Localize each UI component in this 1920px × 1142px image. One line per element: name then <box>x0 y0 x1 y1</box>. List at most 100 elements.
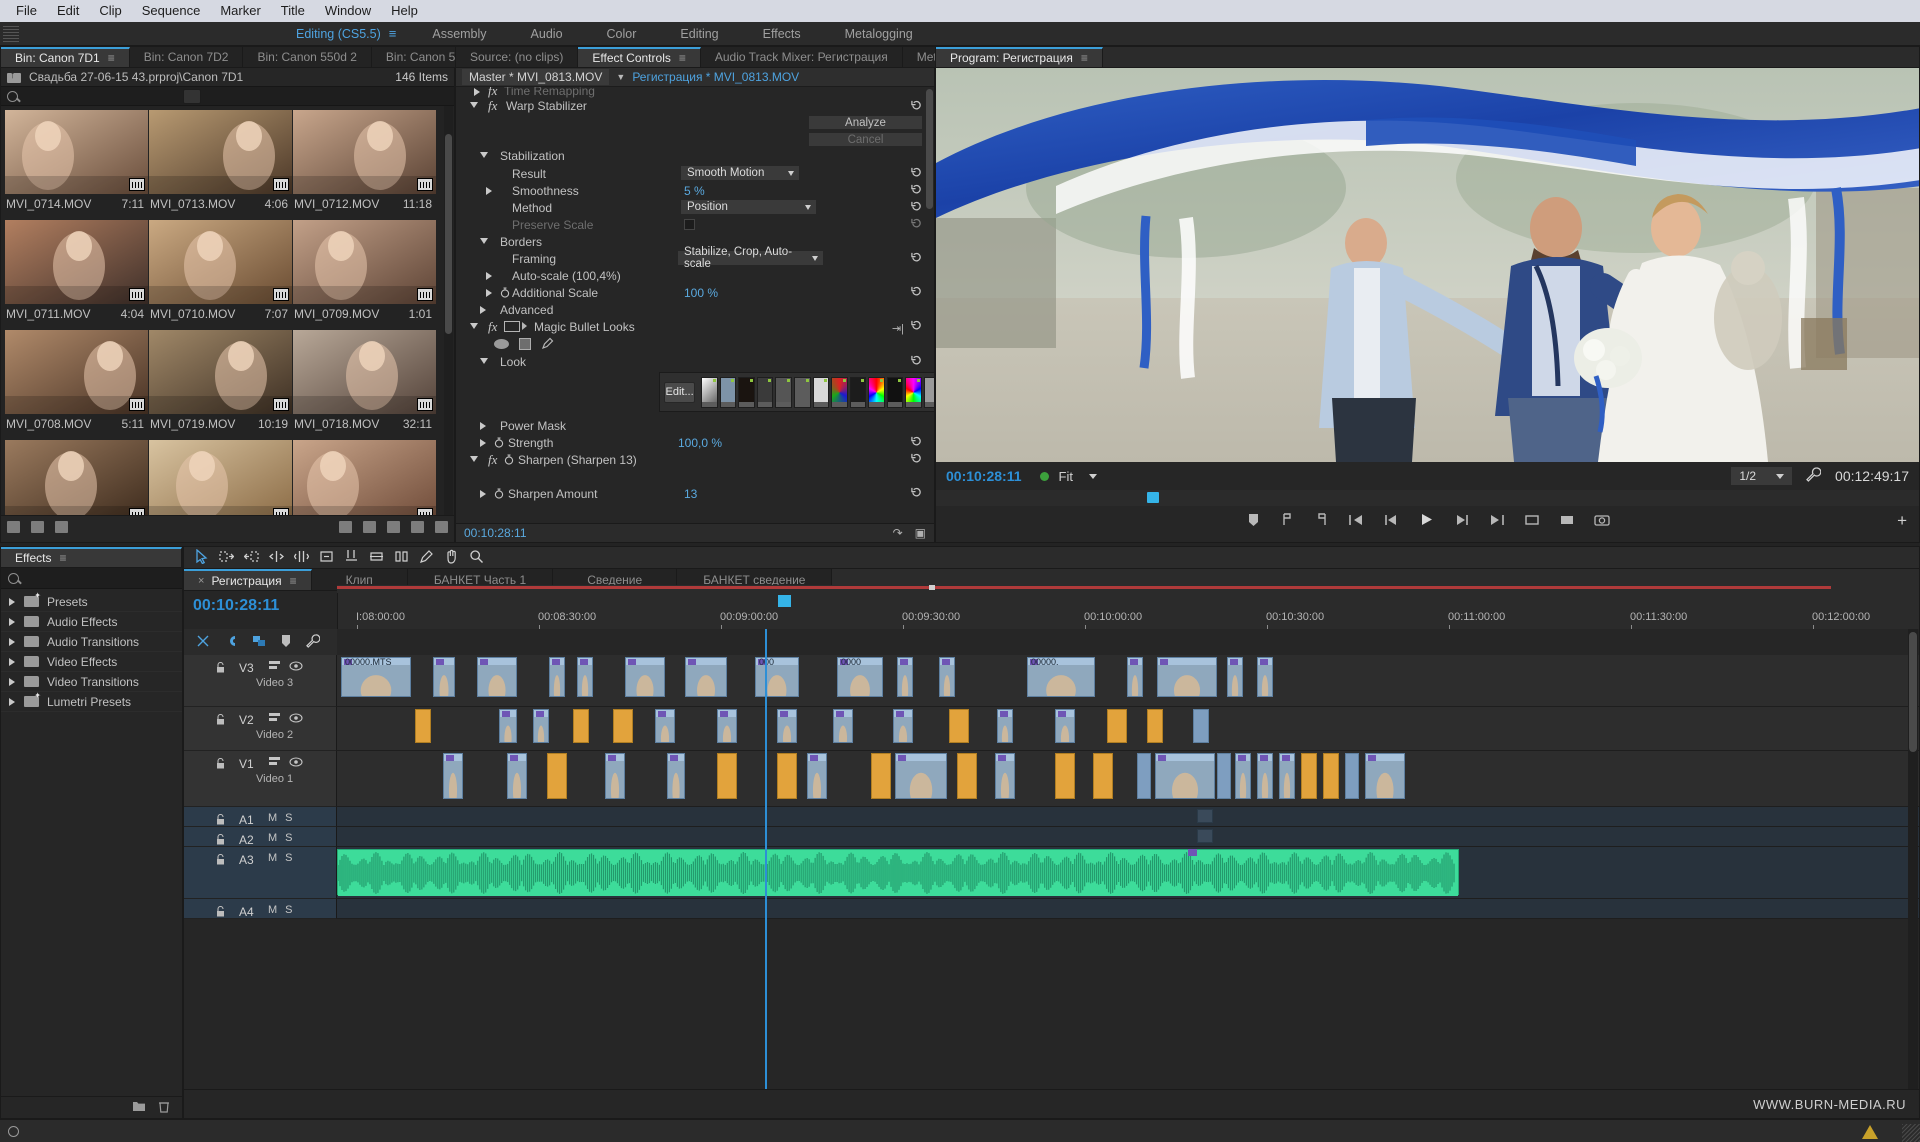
look-preset-gradient[interactable] <box>793 376 811 408</box>
warning-triangle-icon[interactable] <box>1862 1125 1878 1139</box>
workspace-tab-color[interactable]: Color <box>585 27 659 41</box>
timeline-clip[interactable] <box>605 753 625 799</box>
row-auto-scale[interactable]: Auto-scale (100,4%) <box>456 267 934 284</box>
disclosure-triangle-icon[interactable] <box>9 637 15 646</box>
add-marker-icon[interactable] <box>280 634 292 651</box>
timeline-clip[interactable] <box>1155 753 1215 799</box>
timeline-playhead-marker[interactable] <box>778 595 791 607</box>
timeline-clip[interactable] <box>499 709 517 743</box>
workspace-menu-icon[interactable]: ≡ <box>385 26 411 41</box>
drag-grip-icon[interactable] <box>3 25 19 42</box>
track-lane-v3[interactable]: 00000.MTS 000 0000 00000. <box>337 655 1919 707</box>
playback-resolution-dropdown[interactable]: 1/2 <box>1731 467 1793 485</box>
look-preset-gradient[interactable] <box>775 376 792 408</box>
timeline-clip[interactable] <box>507 753 527 799</box>
track-header-v1[interactable]: V1 Video 1 <box>184 751 337 807</box>
panel-menu-icon[interactable]: ≡ <box>679 51 686 65</box>
menu-item-marker[interactable]: Marker <box>210 0 270 22</box>
effects-tree-item-presets[interactable]: Presets <box>1 591 182 612</box>
timeline-clip[interactable] <box>777 709 797 743</box>
program-scrub-bar[interactable] <box>936 490 1919 506</box>
track-select-forward-icon[interactable] <box>219 549 235 567</box>
new-bin-icon[interactable] <box>387 520 400 533</box>
sequence-clip-label[interactable]: Регистрация * MVI_0813.MOV <box>632 70 799 84</box>
disclosure-triangle-icon[interactable] <box>480 490 486 498</box>
timeline-clip[interactable] <box>415 709 431 743</box>
ripple-edit-tool-icon[interactable] <box>268 549 285 567</box>
bin-clip-item[interactable]: MVI_0712.MOV 11:18 <box>293 110 436 218</box>
mute-track-icon[interactable]: M <box>268 812 277 824</box>
bin-tab-canon-7d2[interactable]: Bin: Canon 7D2 <box>129 47 244 67</box>
timeline-clip[interactable] <box>1193 709 1209 743</box>
tab-effect-controls[interactable]: Effect Controls ≡ <box>578 47 701 67</box>
reset-icon[interactable] <box>911 286 922 297</box>
timeline-clip[interactable] <box>895 753 947 799</box>
track-header-a2[interactable]: A2 M S <box>184 827 337 847</box>
rolling-edit-tool-icon[interactable] <box>293 549 310 567</box>
effect-controls-timecode[interactable]: 00:10:28:11 <box>464 526 527 540</box>
row-power-mask[interactable]: Power Mask <box>456 417 934 434</box>
timeline-clip[interactable] <box>807 753 827 799</box>
bin-clip-item[interactable]: MVI_0714.MOV 7:11 <box>5 110 148 218</box>
stopwatch-icon[interactable] <box>500 287 510 301</box>
bin-clip-item[interactable]: MVI_0717.MOV6:00 <box>5 440 148 515</box>
method-dropdown[interactable]: Position <box>681 200 816 214</box>
track-lane-a2[interactable] <box>337 827 1919 847</box>
timeline-clip[interactable] <box>1055 709 1075 743</box>
clip-thumbnail[interactable] <box>293 440 436 515</box>
disclosure-triangle-icon[interactable] <box>470 323 478 329</box>
effects-search-row[interactable] <box>1 568 182 589</box>
mute-track-icon[interactable]: M <box>268 904 277 916</box>
disclosure-triangle-icon[interactable] <box>480 238 488 244</box>
look-preset-color[interactable] <box>868 376 885 408</box>
effects-tree-item-audio-effects[interactable]: Audio Effects <box>1 612 182 632</box>
reset-icon[interactable] <box>911 320 922 331</box>
row-framing[interactable]: Framing Stabilize, Crop, Auto-scale <box>456 246 934 270</box>
timeline-clip[interactable]: 00000. <box>1027 657 1095 697</box>
effects-tree-item-video-effects[interactable]: Video Effects <box>1 652 182 672</box>
reset-icon[interactable] <box>911 487 922 498</box>
track-lock-icon[interactable] <box>216 833 225 845</box>
timeline-clip[interactable] <box>1107 709 1127 743</box>
menu-item-window[interactable]: Window <box>315 0 381 22</box>
smoothness-value[interactable]: 5 % <box>684 184 705 198</box>
bin-clip-item[interactable]: MVI_0710.MOV 7:07 <box>149 220 292 328</box>
row-strength[interactable]: Strength 100,0 % <box>456 434 934 451</box>
track-lane-a3[interactable] <box>337 847 1919 899</box>
timeline-clip[interactable] <box>997 709 1013 743</box>
disclosure-triangle-icon[interactable] <box>470 456 478 462</box>
toggle-track-output-icon[interactable] <box>289 660 303 674</box>
timeline-audio-clip[interactable] <box>337 849 1459 896</box>
stopwatch-icon[interactable] <box>494 488 504 502</box>
timeline-clip[interactable] <box>549 657 565 697</box>
effects-tree-list[interactable]: Presets Audio Effects Audio Transitions Vid… <box>1 589 182 712</box>
new-item-icon[interactable] <box>411 520 424 533</box>
slip-tool-icon[interactable] <box>369 549 384 567</box>
clip-thumbnail[interactable] <box>149 330 292 414</box>
tab-program-monitor[interactable]: Program: Регистрация ≡ <box>936 47 1103 67</box>
edit-button[interactable]: Edit... <box>664 381 696 403</box>
list-view-icon[interactable] <box>7 520 20 533</box>
timeline-playhead-line[interactable] <box>765 629 767 1089</box>
parent-folder-icon[interactable] <box>7 70 21 83</box>
rectangle-mask-icon[interactable] <box>519 337 531 350</box>
timeline-ruler[interactable]: І:08:00:00 00:08:30:00 00:09:00:00 00:09:30… <box>337 591 1919 629</box>
snap-icon[interactable]: ▣ <box>915 526 926 540</box>
lift-icon[interactable] <box>1524 513 1540 530</box>
toggle-sync-lock-icon[interactable] <box>268 660 281 674</box>
track-lock-icon[interactable] <box>216 661 225 673</box>
timeline-clip[interactable] <box>717 753 737 799</box>
track-lock-icon[interactable] <box>216 905 225 917</box>
group-stabilization[interactable]: Stabilization <box>456 147 934 164</box>
preserve-scale-checkbox[interactable] <box>684 219 695 230</box>
resize-grip-icon[interactable] <box>1902 1124 1920 1142</box>
panel-menu-icon[interactable]: ≡ <box>108 51 115 65</box>
disclosure-triangle-icon[interactable] <box>480 358 488 364</box>
timeline-clip[interactable] <box>1365 753 1405 799</box>
timeline-tab-registratsiya[interactable]: × Регистрация ≡ <box>184 569 312 590</box>
timeline-clip[interactable] <box>477 657 517 697</box>
workspace-tab-editing-cs55[interactable]: Editing (CS5.5) <box>274 27 385 41</box>
track-lock-icon[interactable] <box>216 713 225 725</box>
stopwatch-icon[interactable] <box>504 454 514 468</box>
disclosure-triangle-icon[interactable] <box>9 677 15 686</box>
